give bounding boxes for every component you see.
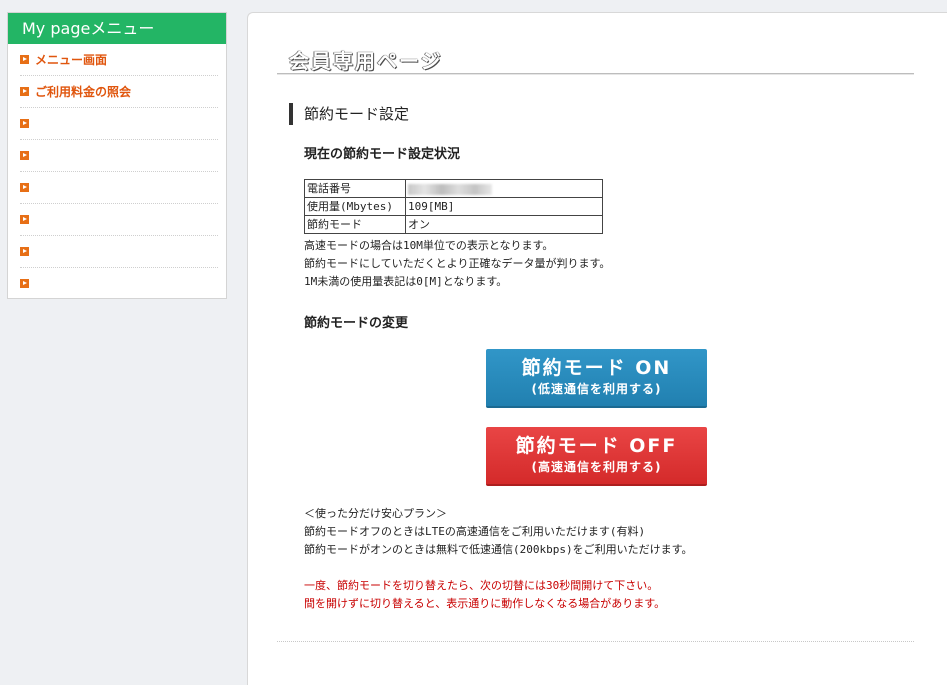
title-divider [277,73,914,74]
bottom-divider [277,641,914,642]
table-row: 節約モード オン [304,215,603,234]
table-row: 電話番号 [304,179,603,198]
sidebar-item[interactable] [20,108,218,140]
button-label: 節約モード ON [521,357,672,379]
arrow-right-icon [20,247,29,256]
change-heading: 節約モードの変更 [304,316,409,331]
sidebar-item-menu[interactable]: メニュー画面 [20,44,218,76]
redacted-phone-number [408,183,492,195]
sidebar-item[interactable] [20,204,218,236]
note-line: 1M未満の使用量表記は0[M]となります。 [304,275,508,288]
arrow-right-icon [20,151,29,160]
sidebar-item-label: ご利用料金の照会 [35,85,132,99]
sidebar-item[interactable] [20,140,218,172]
sidebar: My pageメニュー メニュー画面 ご利用料金の照会 [7,12,227,299]
main-panel: 会員専用ページ 節約モード設定 現在の節約モード設定状況 電話番号 使用量(Mb… [247,12,947,685]
button-sublabel: (高速通信を利用する) [531,460,662,474]
warning-line: 一度、節約モードを切り替えたら、次の切替には30秒間開けて下さい。 [304,579,659,592]
note-line: 節約モードにしていただくとより正確なデータ量が判ります。 [304,257,611,270]
saving-mode-on-button[interactable]: 節約モード ON (低速通信を利用する) [486,349,707,408]
warning-notes: 一度、節約モードを切り替えたら、次の切替には30秒間開けて下さい。 間を開けずに… [304,577,665,613]
phone-value [405,179,603,198]
status-notes: 高速モードの場合は10M単位での表示となります。 節約モードにしていただくとより… [304,237,610,291]
note-line: 節約モードオフのときはLTEの高速通信をご利用いただけます(有料) [304,525,646,538]
section-title: 節約モード設定 [289,103,409,125]
sidebar-title: My pageメニュー [8,13,226,44]
note-line: 節約モードがオンのときは無料で低速通信(200kbps)をご利用いただけます。 [304,543,693,556]
status-heading: 現在の節約モード設定状況 [304,147,461,162]
arrow-right-icon [20,183,29,192]
table-row: 使用量(Mbytes) 109[MB] [304,197,603,216]
sidebar-menu: メニュー画面 ご利用料金の照会 [8,44,226,299]
sidebar-item-label: メニュー画面 [35,53,108,67]
saving-mode-label: 節約モード [304,215,406,234]
note-line: 高速モードの場合は10M単位での表示となります。 [304,239,554,252]
sidebar-item[interactable] [20,236,218,268]
sidebar-item[interactable] [20,172,218,204]
button-label: 節約モード OFF [515,435,678,457]
arrow-right-icon [20,279,29,288]
button-sublabel: (低速通信を利用する) [531,382,662,396]
usage-label: 使用量(Mbytes) [304,197,406,216]
sidebar-item[interactable] [20,268,218,299]
usage-value: 109[MB] [405,197,603,216]
arrow-right-icon [20,215,29,224]
arrow-right-icon [20,119,29,128]
warning-line: 間を開けずに切り替えると、表示通りに動作しなくなる場合があります。 [304,597,666,610]
arrow-right-icon [20,55,29,64]
phone-label: 電話番号 [304,179,406,198]
plan-notes: ＜使った分だけ安心プラン＞ 節約モードオフのときはLTEの高速通信をご利用いただ… [304,505,693,559]
plan-title: ＜使った分だけ安心プラン＞ [304,507,447,520]
page-title: 会員専用ページ [289,49,443,73]
status-table: 電話番号 使用量(Mbytes) 109[MB] 節約モード オン [304,179,603,234]
arrow-right-icon [20,87,29,96]
saving-mode-off-button[interactable]: 節約モード OFF (高速通信を利用する) [486,427,707,486]
saving-mode-value: オン [405,215,603,234]
sidebar-item-billing[interactable]: ご利用料金の照会 [20,76,218,108]
